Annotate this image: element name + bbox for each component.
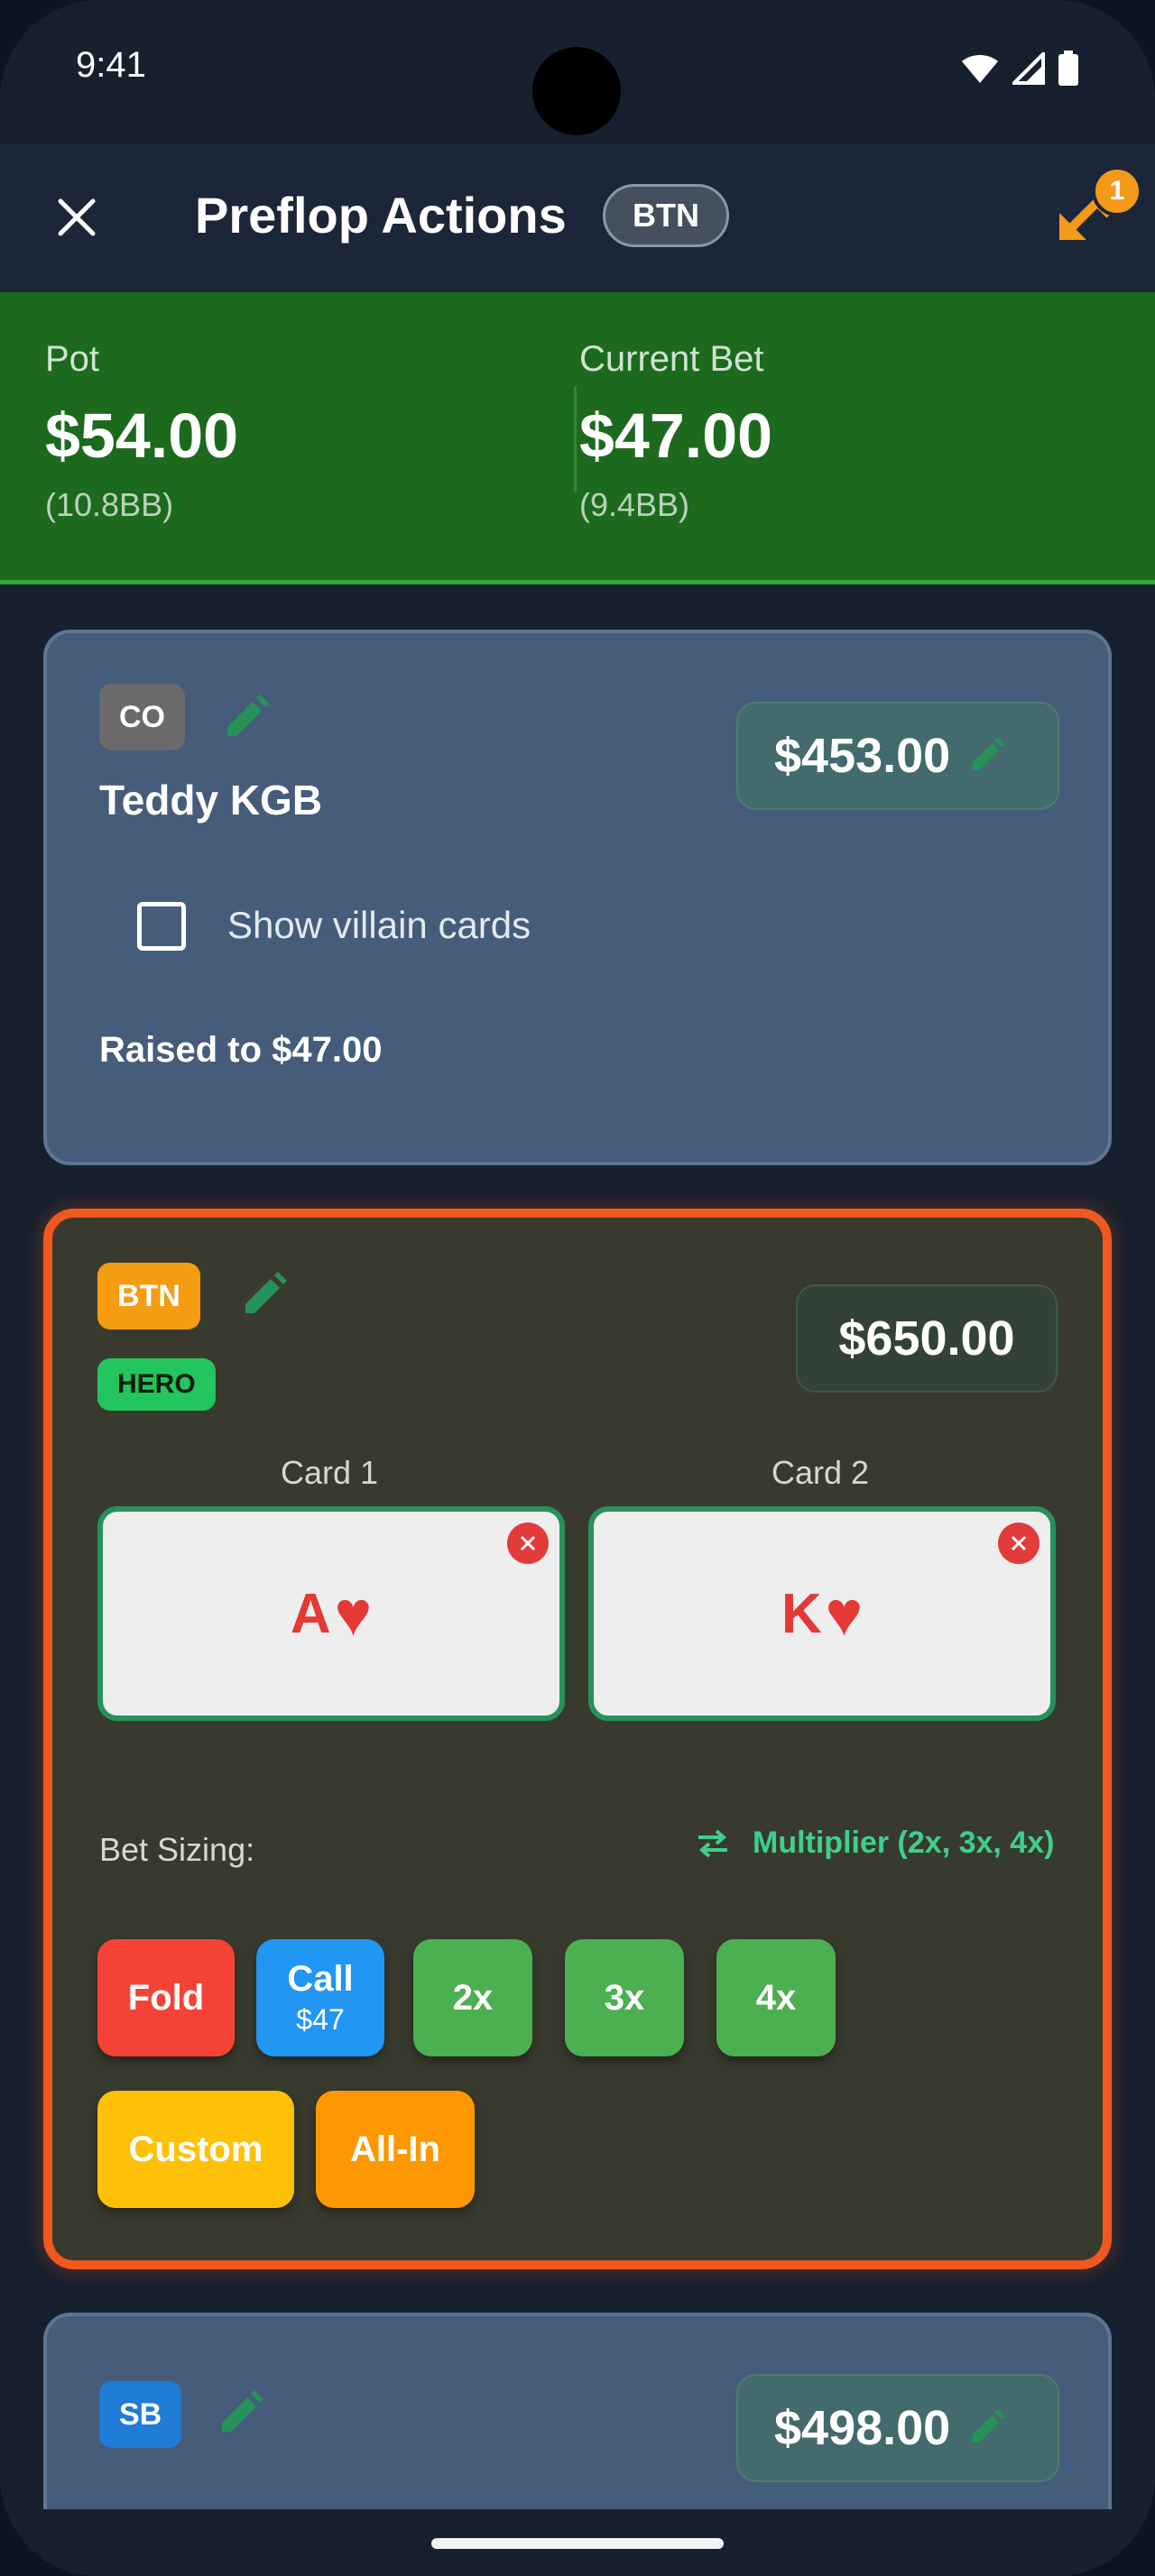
raise-3x-button[interactable]: 3x: [565, 1939, 684, 2056]
current-bet-label: Current Bet: [579, 339, 764, 379]
card2-slot[interactable]: K ♥: [588, 1506, 1056, 1721]
wifi-icon: [962, 54, 998, 83]
raise-4x-button[interactable]: 4x: [716, 1939, 836, 2056]
call-label: Call: [287, 1959, 354, 1999]
position-badge-sb: SB: [99, 2381, 182, 2448]
show-villain-cards-label: Show villain cards: [227, 904, 531, 946]
camera-cutout: [532, 47, 621, 135]
pot-summary: Pot $54.00 (10.8BB) Current Bet $47.00 (…: [0, 292, 1155, 584]
raise-3x-label: 3x: [604, 1977, 645, 2018]
home-indicator[interactable]: [431, 2538, 724, 2549]
edit-stack-icon: [972, 2409, 1005, 2443]
pot-divider: [574, 386, 577, 492]
position-badge-btn: BTN: [97, 1263, 200, 1329]
status-icons: [960, 51, 1079, 87]
position-chip: BTN: [603, 184, 729, 247]
raise-2x-button[interactable]: 2x: [413, 1939, 532, 2056]
card2-label: Card 2: [771, 1454, 870, 1491]
position-badge-co: CO: [99, 684, 185, 750]
stack-field-co[interactable]: $453.00: [736, 702, 1059, 810]
swap-arrows-icon: [698, 1828, 727, 1858]
custom-label: Custom: [128, 2129, 263, 2169]
status-time: 9:41: [76, 45, 146, 85]
current-bet-amount: $47.00: [579, 400, 773, 471]
sizing-mode-toggle[interactable]: Multiplier (2x, 3x, 4x): [695, 1826, 1054, 1861]
fold-button[interactable]: Fold: [97, 1939, 235, 2056]
card1-label: Card 1: [280, 1454, 379, 1491]
player-card-btn: BTN HERO $650.00 Card 1 Card 2 A ♥ K ♥ B…: [43, 1209, 1112, 2269]
custom-bet-button[interactable]: Custom: [97, 2091, 294, 2208]
close-button[interactable]: [47, 188, 106, 247]
fold-label: Fold: [127, 1977, 205, 2018]
call-button[interactable]: Call $47: [256, 1939, 384, 2056]
remove-card1-button[interactable]: [507, 1523, 549, 1564]
current-bet-bb: (9.4BB): [579, 486, 690, 523]
remove-card2-button[interactable]: [998, 1523, 1040, 1564]
raise-2x-label: 2x: [452, 1977, 494, 2018]
page-title: Preflop Actions: [195, 187, 567, 244]
pot-amount: $54.00: [45, 400, 239, 471]
app-bar: Preflop Actions BTN 1: [0, 144, 1155, 292]
edit-position-icon[interactable]: [238, 1270, 289, 1320]
hero-tag: HERO: [97, 1358, 216, 1411]
player-name: Teddy KGB: [99, 777, 323, 823]
stack-amount: $650.00: [838, 1311, 1015, 1366]
pot-column: Pot $54.00 (10.8BB): [45, 339, 238, 524]
edit-stack-icon: [972, 737, 1005, 770]
bet-sizing-label: Bet Sizing:: [99, 1831, 255, 1868]
last-action-text: Raised to $47.00: [99, 1030, 383, 1070]
edit-position-icon[interactable]: [215, 2388, 265, 2439]
heart-suit-icon: ♥: [825, 1578, 864, 1649]
pot-bb: (10.8BB): [45, 486, 174, 523]
signal-icon: [1012, 52, 1045, 85]
stack-field-sb[interactable]: $498.00: [736, 2374, 1059, 2482]
phone-screen: 9:41 Preflop Actions BTN 1 Pot $54.00 (1…: [0, 0, 1155, 2576]
stack-amount: $498.00: [774, 2401, 951, 2455]
close-icon: [520, 1535, 536, 1551]
show-villain-cards-checkbox[interactable]: [137, 902, 186, 951]
battery-icon: [1058, 51, 1078, 86]
pot-label: Pot: [45, 339, 100, 379]
call-amount: $47: [296, 2003, 345, 2036]
current-bet-column: Current Bet $47.00 (9.4BB): [579, 339, 772, 524]
close-icon: [1011, 1535, 1027, 1551]
edit-position-icon[interactable]: [220, 693, 271, 743]
player-card-co: CO Teddy KGB $453.00 Show villain cards …: [43, 630, 1112, 1165]
all-in-label: All-In: [350, 2129, 440, 2169]
card2-rank: K: [781, 1582, 822, 1645]
heart-suit-icon: ♥: [334, 1578, 373, 1649]
undo-count-badge: 1: [1092, 166, 1142, 216]
raise-4x-label: 4x: [755, 1977, 797, 2018]
all-in-button[interactable]: All-In: [316, 2091, 475, 2208]
stack-field-btn[interactable]: $650.00: [796, 1284, 1058, 1393]
stack-amount: $453.00: [774, 729, 951, 783]
card1-slot[interactable]: A ♥: [97, 1506, 565, 1721]
close-icon: [58, 198, 96, 236]
card1-rank: A: [290, 1582, 331, 1645]
sizing-mode-label: Multiplier (2x, 3x, 4x): [753, 1826, 1055, 1860]
